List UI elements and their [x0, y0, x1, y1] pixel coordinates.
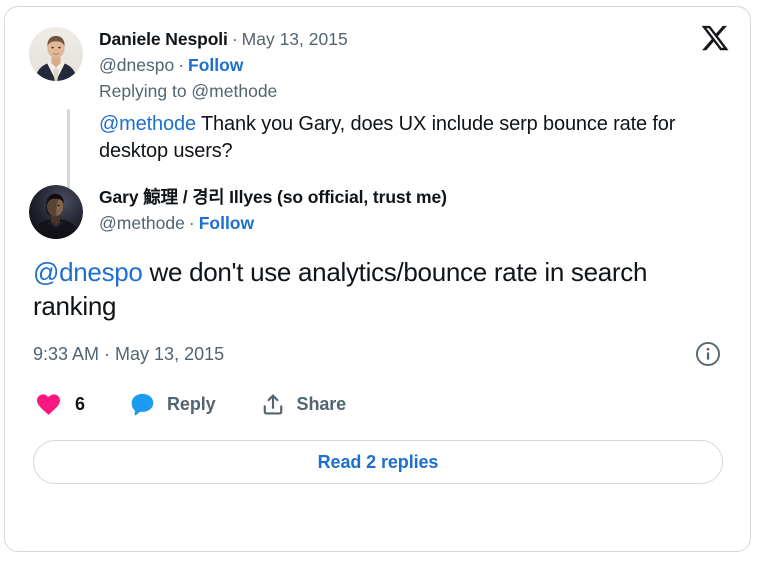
- main-avatar-column: [29, 185, 91, 239]
- replying-to-line: Replying to @methode: [99, 79, 726, 103]
- main-name-line: Gary 鯨理 / 경리 Illyes (so official, trust …: [99, 186, 726, 209]
- mention-link-methode[interactable]: @methode: [99, 113, 196, 135]
- like-button[interactable]: 6: [35, 391, 85, 418]
- main-handle[interactable]: @methode: [99, 213, 185, 233]
- reply-handle-separator: ·: [178, 55, 185, 75]
- reply-button[interactable]: Reply: [129, 391, 216, 418]
- mention-link-dnespo[interactable]: @dnespo: [33, 257, 143, 287]
- main-display-name[interactable]: Gary 鯨理 / 경리 Illyes (so official, trust …: [99, 187, 447, 207]
- main-handle-line: @methode · Follow: [99, 211, 726, 235]
- replying-to-label: Replying to: [99, 81, 192, 101]
- follow-button-main[interactable]: Follow: [199, 213, 254, 233]
- comment-bubble-icon: [129, 391, 156, 418]
- share-upload-icon: [260, 392, 286, 418]
- reply-author-meta: Daniele Nespoli · May 13, 2015 @dnespo · Fol…: [91, 27, 726, 103]
- info-circle-icon[interactable]: [695, 341, 721, 367]
- reply-label: Reply: [167, 394, 216, 414]
- main-tweet-text: @dnespo we don't use analytics/bounce ra…: [33, 255, 713, 323]
- like-count: 6: [75, 394, 86, 414]
- avatar[interactable]: [29, 185, 83, 239]
- heart-icon: [35, 391, 62, 418]
- main-author-meta: Gary 鯨理 / 경리 Illyes (so official, trust …: [91, 185, 726, 235]
- reply-tweet-text: @methode Thank you Gary, does UX include…: [99, 111, 727, 165]
- read-replies-button[interactable]: Read 2 replies: [33, 440, 723, 484]
- share-label: Share: [296, 394, 347, 414]
- share-button[interactable]: Share: [260, 392, 347, 418]
- reply-display-name[interactable]: Daniele Nespoli: [99, 29, 228, 49]
- main-tweet-header: Gary 鯨理 / 경리 Illyes (so official, trust …: [29, 185, 726, 239]
- reply-name-line: Daniele Nespoli · May 13, 2015: [99, 28, 726, 51]
- reply-avatar-column: [29, 27, 91, 81]
- main-handle-separator: ·: [188, 213, 195, 233]
- replying-to-handle[interactable]: @methode: [191, 81, 277, 101]
- reply-handle[interactable]: @dnespo: [99, 55, 174, 75]
- tweet-timestamp[interactable]: 9:33 AM · May 13, 2015: [33, 342, 224, 366]
- tweet-card: Daniele Nespoli · May 13, 2015 @dnespo · Fol…: [4, 6, 751, 552]
- reply-handle-line: @dnespo · Follow: [99, 53, 726, 77]
- follow-button-reply[interactable]: Follow: [188, 55, 243, 75]
- reply-name-separator: ·: [231, 29, 238, 49]
- reply-tweet-header: Daniele Nespoli · May 13, 2015 @dnespo · Fol…: [29, 27, 726, 103]
- reply-date: May 13, 2015: [241, 29, 348, 49]
- tweet-actions: 6 Reply Share: [35, 391, 726, 418]
- timestamp-row: 9:33 AM · May 13, 2015: [33, 341, 721, 367]
- avatar[interactable]: [29, 27, 83, 81]
